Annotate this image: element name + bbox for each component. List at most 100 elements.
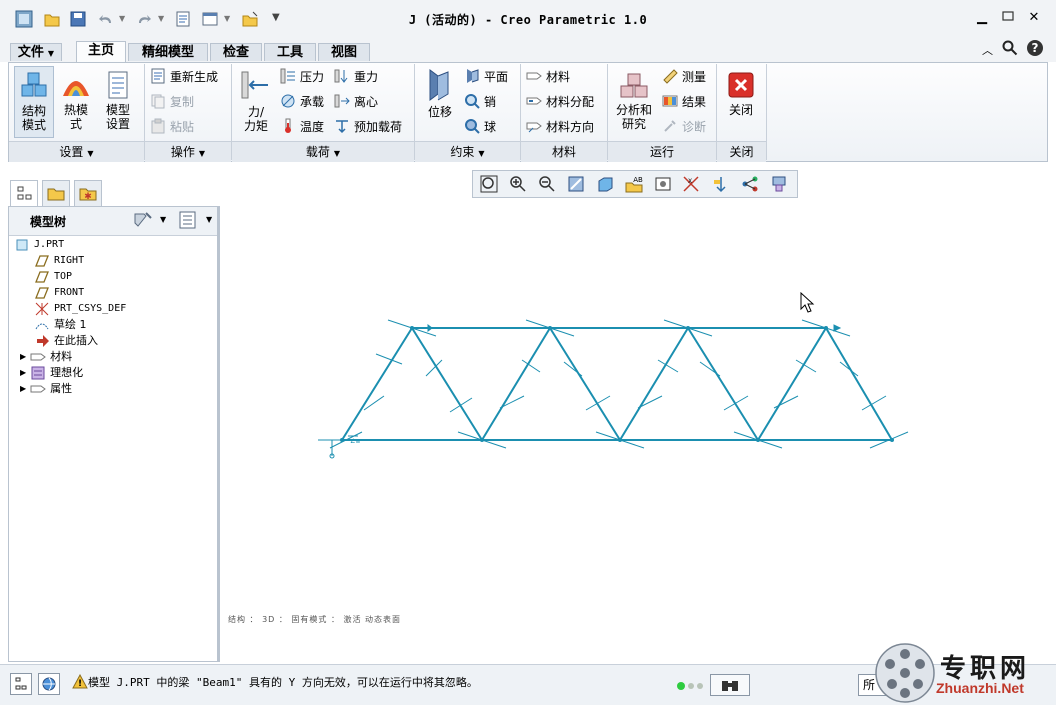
svg-text:!: ! <box>78 679 82 689</box>
truss-beams <box>341 326 893 442</box>
group-operations[interactable]: 操作 ▼ <box>145 141 231 162</box>
expand-icon[interactable]: ▶ <box>20 349 26 365</box>
folder-browser-icon <box>47 188 65 201</box>
repaint-icon[interactable] <box>564 173 588 195</box>
maximize-icon[interactable] <box>998 10 1018 28</box>
datum-plane-icon <box>35 287 49 299</box>
model-setup-button[interactable]: 模型 设置 <box>98 66 138 138</box>
material-assignment-button[interactable]: 材料分配 <box>526 91 594 111</box>
tree-item-right[interactable]: RIGHT <box>34 253 84 269</box>
show-options-icon[interactable] <box>178 210 198 233</box>
diagnose-button[interactable]: 诊断 <box>662 116 706 136</box>
find-icon[interactable] <box>710 674 750 696</box>
temperature-button[interactable]: 温度 <box>280 116 324 136</box>
watermark-url: Zhuanzhi.Net <box>936 680 1024 696</box>
tab-inspect[interactable]: 检查 <box>210 43 262 61</box>
structure-mode-button[interactable]: 结构 模式 <box>14 66 54 138</box>
refit-icon[interactable] <box>477 173 501 195</box>
tab-file[interactable]: 文件 ▼ <box>10 43 62 61</box>
material-button[interactable]: 材料 <box>526 66 570 86</box>
tree-item-properties[interactable]: ▶ 属性 <box>20 381 72 397</box>
tree-settings-dropdown-icon[interactable]: ▼ <box>160 215 166 224</box>
show-options-dropdown-icon[interactable]: ▼ <box>206 215 212 224</box>
tree-item-csys[interactable]: PRT_CSYS_DEF <box>34 301 126 317</box>
toggle-navigator-icon[interactable] <box>10 673 32 695</box>
pressure-icon <box>280 68 295 84</box>
close-button[interactable]: 关闭 <box>722 66 760 138</box>
ball-constraint-button[interactable]: 球 <box>464 116 496 136</box>
tree-item-top[interactable]: TOP <box>34 269 72 285</box>
truss-model[interactable]: ∠≡ <box>300 300 920 470</box>
expand-icon[interactable]: ▶ <box>20 365 26 381</box>
tree-item-idealizations[interactable]: ▶ 理想化 <box>20 365 83 381</box>
tab-view[interactable]: 视图 <box>318 43 370 61</box>
datum-display-icon[interactable]: X <box>680 173 704 195</box>
material-orientation-button[interactable]: 材料方向 <box>526 116 594 136</box>
tree-item-front[interactable]: FRONT <box>34 285 84 301</box>
idealization-icon <box>31 366 45 380</box>
analysis-studies-button[interactable]: 分析和 研究 <box>612 66 656 138</box>
load-display-icon[interactable] <box>709 173 733 195</box>
tab-home[interactable]: 主页 <box>76 41 126 62</box>
tree-item-part[interactable]: J.PRT <box>14 237 64 253</box>
bearing-icon <box>281 94 295 108</box>
datum-plane-icon <box>35 255 49 267</box>
saved-views-icon[interactable]: AB <box>622 173 646 195</box>
toggle-browser-icon[interactable] <box>38 673 60 695</box>
simulation-display-icon[interactable] <box>767 173 791 195</box>
zoom-in-icon[interactable] <box>506 173 530 195</box>
display-style-icon[interactable] <box>593 173 617 195</box>
mesh-display-icon[interactable] <box>738 173 762 195</box>
tree-item-materials[interactable]: ▶ 材料 <box>20 349 72 365</box>
thermal-mode-icon <box>63 81 89 96</box>
gravity-button[interactable]: 重力 <box>334 66 378 86</box>
measure-button[interactable]: 测量 <box>662 66 706 86</box>
regen-status-icon <box>676 680 706 694</box>
tab-tools[interactable]: 工具 <box>264 43 316 61</box>
pin-icon <box>465 94 480 109</box>
group-setup[interactable]: 设置 ▼ <box>9 141 144 162</box>
tree-settings-icon[interactable] <box>132 210 154 233</box>
insert-arrow-icon <box>37 335 49 347</box>
help-icon[interactable]: ? <box>1026 39 1044 60</box>
sketch-icon <box>35 323 49 330</box>
preload-button[interactable]: 预加载荷 <box>334 116 402 136</box>
tree-item-insert-here[interactable]: 在此插入 <box>34 333 98 349</box>
pressure-button[interactable]: 压力 <box>280 66 324 86</box>
centrifugal-icon <box>334 94 350 108</box>
tab-refine-model[interactable]: 精细模型 <box>128 43 208 61</box>
tab-folder-browser[interactable] <box>42 180 70 206</box>
preload-icon <box>336 120 348 134</box>
group-constraints[interactable]: 约束 ▼ <box>415 141 520 162</box>
results-button[interactable]: 结果 <box>662 91 706 111</box>
analysis-studies-icon <box>620 73 648 98</box>
displacement-label: 位移 <box>427 105 452 119</box>
plane-constraint-button[interactable]: 平面 <box>464 66 508 86</box>
tree-item-sketch[interactable]: 草绘 1 <box>34 317 87 333</box>
search-icon[interactable] <box>1002 40 1018 59</box>
close-icon[interactable]: ✕ <box>1024 10 1044 28</box>
group-loads[interactable]: 载荷 ▼ <box>232 141 414 162</box>
minimize-icon[interactable]: ▁ <box>972 10 992 28</box>
zoom-out-icon[interactable] <box>535 173 559 195</box>
expand-icon[interactable]: ▶ <box>20 381 26 397</box>
displacement-icon <box>429 69 449 101</box>
thermal-mode-button[interactable]: 热模 式 <box>56 66 96 138</box>
centrifugal-button[interactable]: 离心 <box>334 91 378 111</box>
bearing-button[interactable]: 承载 <box>280 91 324 111</box>
favorites-icon: ✱ <box>79 188 97 202</box>
regenerate-button[interactable]: 重新生成 <box>150 66 218 86</box>
collapse-ribbon-icon[interactable]: ︿ <box>982 42 993 58</box>
paste-button[interactable]: 粘贴 <box>150 116 194 136</box>
view-manager-icon[interactable] <box>651 173 675 195</box>
tab-model-tree[interactable] <box>10 180 38 206</box>
displacement-button[interactable]: 位移 <box>420 66 460 138</box>
force-moment-button[interactable]: 力/ 力矩 <box>236 66 276 138</box>
pin-constraint-button[interactable]: 销 <box>464 91 496 111</box>
gravity-icon <box>334 69 348 83</box>
close-label: 关闭 <box>728 103 753 117</box>
viewport-status-line: 结构 ： 3D ： 固有模式 ： 激活 动态表面 <box>228 615 402 624</box>
tab-favorites[interactable]: ✱ <box>74 180 102 206</box>
copy-button[interactable]: 复制 <box>150 91 194 111</box>
thermal-mode-label: 热模 式 <box>63 103 88 131</box>
